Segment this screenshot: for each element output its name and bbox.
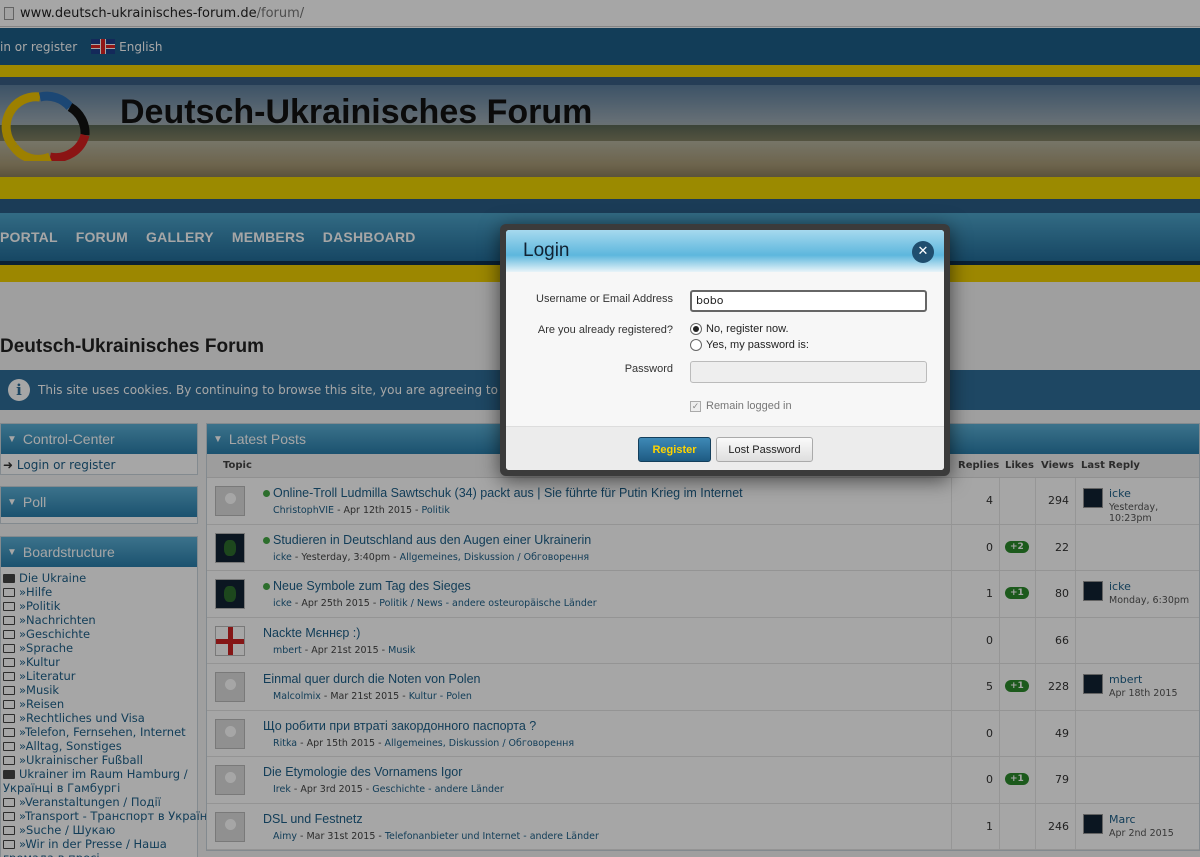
- lost-password-button[interactable]: Lost Password: [716, 437, 813, 462]
- password-input[interactable]: [690, 361, 927, 383]
- login-dialog: Login ✕ Username or Email Address bobo A…: [500, 224, 950, 476]
- registered-label: Are you already registered?: [537, 324, 673, 336]
- checkbox-icon: ✓: [690, 400, 701, 412]
- username-label: Username or Email Address: [536, 293, 673, 305]
- radio-selected-icon: [690, 323, 702, 335]
- remain-logged-in-checkbox[interactable]: ✓ Remain logged in: [690, 400, 792, 412]
- remain-logged-in-label: Remain logged in: [706, 400, 792, 412]
- password-label: Password: [624, 363, 673, 375]
- option-no-label: No, register now.: [706, 323, 789, 335]
- username-input[interactable]: bobo: [690, 290, 927, 312]
- radio-unselected-icon: [690, 339, 702, 351]
- login-dialog-body: Login ✕ Username or Email Address bobo A…: [506, 230, 944, 470]
- radio-has-password[interactable]: Yes, my password is:: [690, 339, 809, 351]
- username-value: bobo: [696, 294, 724, 307]
- login-dialog-footer: Register Lost Password: [506, 426, 944, 470]
- login-dialog-title: Login: [523, 240, 570, 261]
- option-yes-label: Yes, my password is:: [706, 339, 809, 351]
- close-icon[interactable]: ✕: [912, 241, 934, 263]
- login-dialog-header: Login: [506, 230, 944, 272]
- register-button[interactable]: Register: [638, 437, 711, 462]
- radio-register-now[interactable]: No, register now.: [690, 323, 789, 335]
